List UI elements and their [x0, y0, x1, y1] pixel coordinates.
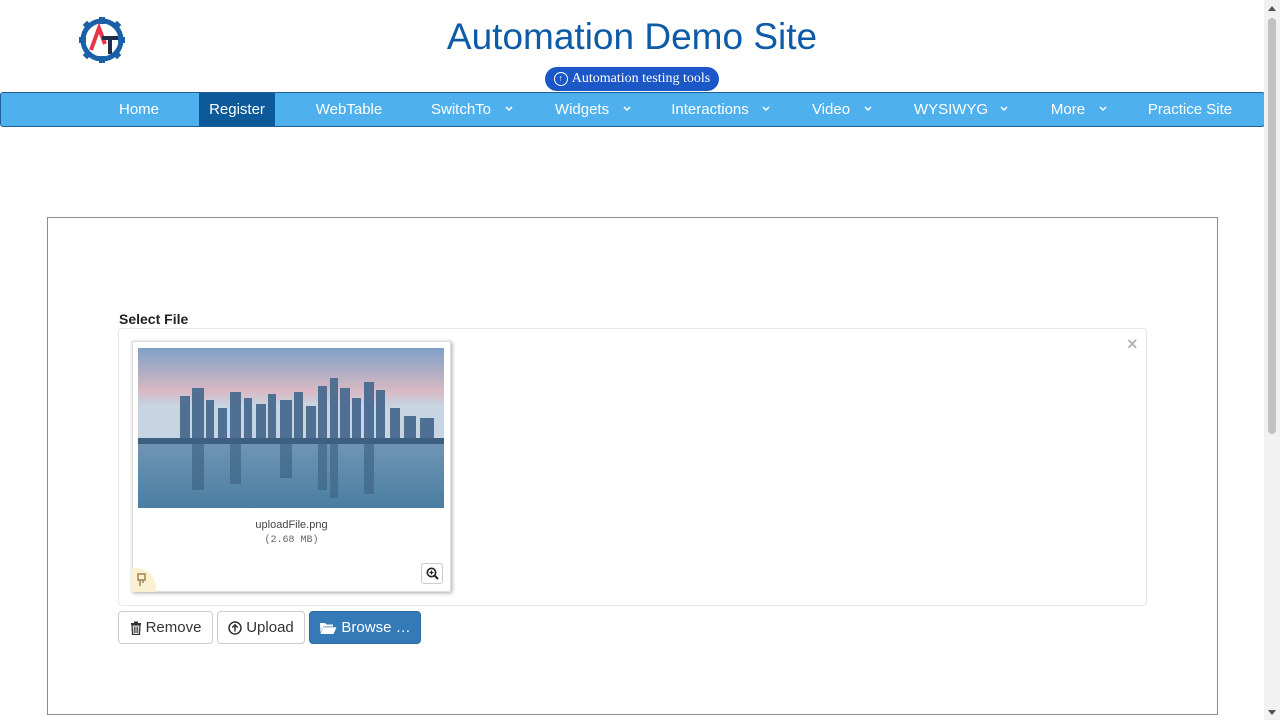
upload-circle-icon — [228, 620, 242, 635]
chevron-down-icon[interactable] — [863, 104, 873, 114]
page-title: Automation Demo Site — [446, 16, 818, 57]
nav-practice-site[interactable]: Practice Site — [1139, 93, 1241, 126]
close-icon[interactable]: × — [1127, 334, 1138, 355]
nav-home-label: Home — [118, 101, 159, 118]
nav-video-label: Video — [811, 101, 851, 118]
automation-tools-label: Automation testing tools — [571, 71, 711, 86]
hand-pointer-icon — [137, 573, 146, 586]
nav-register-label: Register — [209, 101, 265, 118]
nav-register[interactable]: Register — [199, 93, 275, 126]
scrollbar-thumb[interactable] — [1268, 18, 1276, 434]
nav-switchto[interactable]: SwitchTo — [421, 93, 501, 126]
arrow-up-circle-icon: ↑ — [553, 72, 568, 86]
scroll-up-arrow-icon[interactable] — [1266, 3, 1278, 13]
nav-practice-site-label: Practice Site — [1147, 101, 1233, 118]
chevron-down-icon[interactable] — [1098, 104, 1108, 114]
nav-video[interactable]: Video — [801, 93, 861, 126]
nav-more-label: More — [1050, 101, 1086, 118]
remove-button[interactable]: Remove — [118, 611, 213, 644]
select-file-label: Select File — [119, 311, 189, 327]
scroll-down-arrow-icon[interactable] — [1266, 708, 1278, 718]
nav-more[interactable]: More — [1041, 93, 1095, 126]
file-size: (2.68 MB) — [264, 535, 319, 546]
main-navbar: Home Register WebTable SwitchTo Widgets … — [0, 92, 1265, 127]
browse-button[interactable]: Browse … — [309, 611, 421, 644]
nav-webtable-label: WebTable — [315, 101, 383, 118]
nav-interactions[interactable]: Interactions — [665, 93, 755, 126]
trash-icon — [130, 621, 141, 635]
file-name: uploadFile.png — [255, 519, 328, 531]
upload-button-label: Upload — [246, 619, 294, 636]
zoom-in-icon — [426, 567, 439, 580]
nav-interactions-label: Interactions — [671, 101, 749, 118]
zoom-preview-button[interactable] — [421, 563, 443, 584]
nav-wysiwyg[interactable]: WYSIWYG — [906, 93, 996, 126]
chevron-down-icon[interactable] — [761, 104, 771, 114]
chevron-down-icon[interactable] — [999, 104, 1009, 114]
folder-open-icon — [320, 622, 337, 634]
nav-widgets-label: Widgets — [554, 101, 610, 118]
browse-button-label: Browse … — [341, 619, 411, 636]
nav-webtable[interactable]: WebTable — [306, 93, 392, 126]
nav-switchto-label: SwitchTo — [430, 101, 492, 118]
nav-wysiwyg-label: WYSIWYG — [913, 101, 989, 118]
upload-button[interactable]: Upload — [217, 611, 305, 644]
chevron-down-icon[interactable] — [622, 104, 632, 114]
city-skyline-preview-image — [138, 348, 444, 508]
automation-tools-button[interactable]: ↑ Automation testing tools — [545, 67, 719, 91]
chevron-down-icon[interactable] — [504, 104, 514, 114]
nav-widgets[interactable]: Widgets — [546, 93, 618, 126]
nav-home[interactable]: Home — [104, 93, 174, 126]
remove-button-label: Remove — [145, 619, 202, 636]
